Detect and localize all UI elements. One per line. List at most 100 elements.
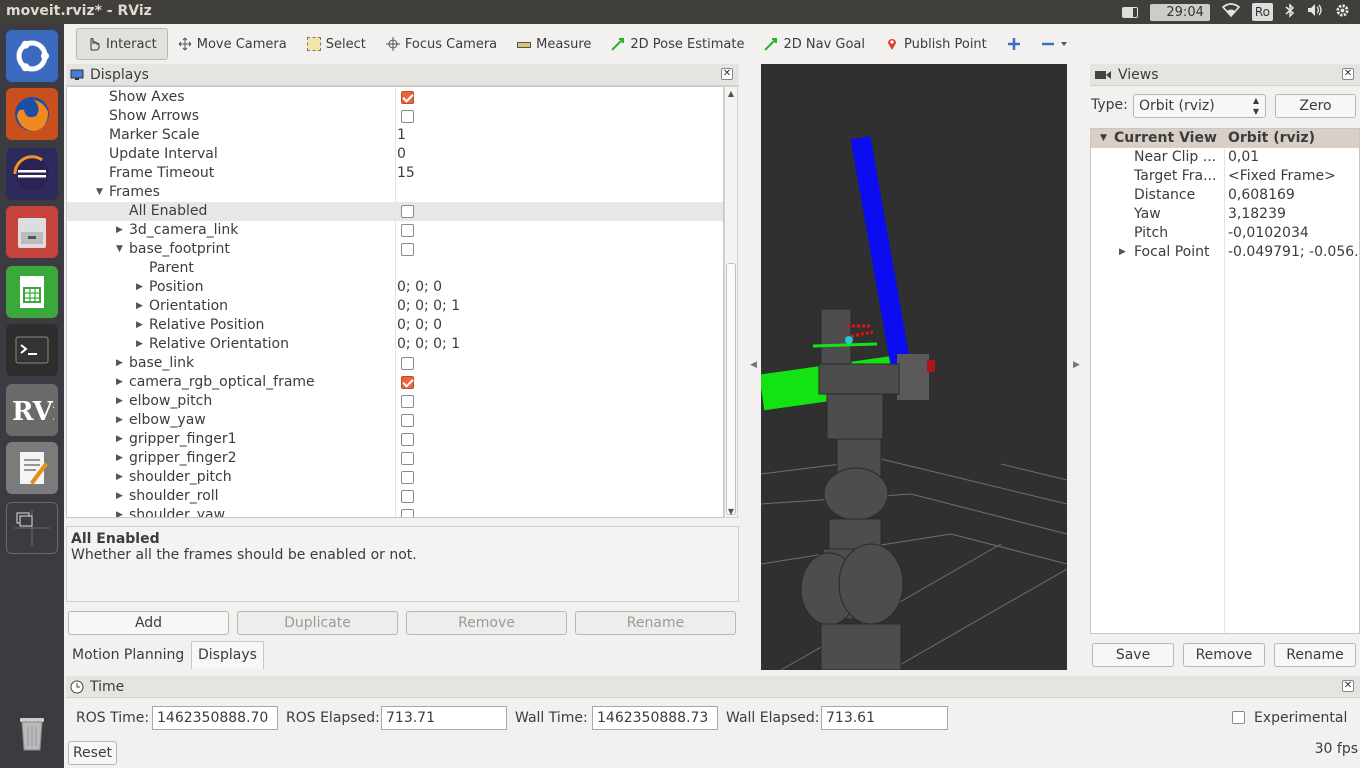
rename-display-button[interactable]: Rename (575, 611, 736, 635)
remove-display-button[interactable]: Remove (406, 611, 567, 635)
property-checkbox[interactable] (401, 509, 414, 517)
display-property-row[interactable]: Show Arrows (67, 107, 723, 126)
view-property-value[interactable]: <Fixed Frame> (1228, 167, 1336, 186)
property-value[interactable]: 15 (397, 164, 415, 183)
property-value[interactable]: 0; 0; 0 (397, 278, 442, 297)
property-checkbox[interactable] (401, 433, 414, 446)
display-property-row[interactable]: ▶ Relative Position 0; 0; 0 (67, 316, 723, 335)
collapse-arrow-icon[interactable]: ▶ (136, 335, 143, 354)
collapse-arrow-icon[interactable]: ▶ (116, 354, 123, 373)
right-collapse-arrow-icon[interactable]: ▶ (1073, 360, 1080, 370)
rviz-icon[interactable]: RViz (6, 384, 58, 436)
expand-arrow-icon[interactable]: ▼ (96, 183, 103, 202)
view-property-value[interactable]: 3,18239 (1228, 205, 1286, 224)
tab-motion-planning[interactable]: Motion Planning (66, 642, 190, 670)
view-property-row[interactable]: Distance 0,608169 (1091, 186, 1360, 205)
property-value[interactable]: 0 (397, 145, 406, 164)
display-property-row[interactable]: ▶ shoulder_roll (67, 487, 723, 506)
collapse-arrow-icon[interactable]: ▶ (136, 316, 143, 335)
bluetooth-icon[interactable] (1285, 2, 1295, 22)
left-collapse-arrow-icon[interactable]: ◀ (750, 360, 757, 370)
display-property-row[interactable]: ▶ elbow_yaw (67, 411, 723, 430)
close-icon[interactable]: ✕ (721, 68, 733, 80)
add-display-button[interactable]: Add (68, 611, 229, 635)
display-property-row[interactable]: Show Axes (67, 88, 723, 107)
nav-goal-tool-button[interactable]: 2D Nav Goal (754, 28, 875, 60)
collapse-arrow-icon[interactable]: ▶ (136, 278, 143, 297)
spreadsheet-icon[interactable] (6, 266, 58, 318)
display-property-row[interactable]: ▶ elbow_pitch (67, 392, 723, 411)
property-checkbox[interactable] (401, 471, 414, 484)
robot-scene[interactable] (761, 64, 1067, 670)
save-view-button[interactable]: Save (1092, 643, 1174, 667)
property-checkbox[interactable] (401, 414, 414, 427)
display-property-row[interactable]: ▶ camera_rgb_optical_frame (67, 373, 723, 392)
close-icon[interactable]: ✕ (1342, 68, 1354, 80)
collapse-arrow-icon[interactable]: ▶ (116, 506, 123, 517)
clock[interactable]: 29:04 (1149, 3, 1210, 21)
eclipse-icon[interactable] (6, 148, 58, 200)
ubuntu-dash-icon[interactable] (6, 30, 58, 82)
interact-tool-button[interactable]: Interact (76, 28, 168, 60)
wall-time-field[interactable]: 1462350888.73 (592, 706, 718, 730)
view-property-value[interactable]: -0,0102034 (1228, 224, 1309, 243)
scroll-up-arrow-icon[interactable]: ▲ (726, 89, 736, 98)
remove-tool-button[interactable] (1031, 28, 1078, 60)
text-editor-icon[interactable] (6, 442, 58, 494)
display-property-row[interactable]: ▶ shoulder_yaw (67, 506, 723, 517)
property-checkbox[interactable] (401, 243, 414, 256)
display-property-row[interactable]: ▶ shoulder_pitch (67, 468, 723, 487)
keyboard-layout[interactable]: Ro (1251, 3, 1273, 21)
display-property-row[interactable]: ▼ Frames (67, 183, 723, 202)
view-property-value[interactable]: 0,608169 (1228, 186, 1295, 205)
remove-view-button[interactable]: Remove (1183, 643, 1265, 667)
collapse-arrow-icon[interactable]: ▶ (136, 297, 143, 316)
file-cabinet-icon[interactable] (6, 206, 58, 258)
publish-point-tool-button[interactable]: Publish Point (875, 28, 997, 60)
wall-elapsed-field[interactable]: 713.61 (821, 706, 948, 730)
displays-tree[interactable]: Show Axes Show Arrows Marker Scale 1 Update … (66, 86, 724, 518)
collapse-arrow-icon[interactable]: ▶ (1119, 243, 1126, 262)
collapse-arrow-icon[interactable]: ▶ (116, 487, 123, 506)
view-property-row[interactable]: Pitch -0,0102034 (1091, 224, 1360, 243)
volume-icon[interactable] (1307, 3, 1323, 21)
collapse-arrow-icon[interactable]: ▶ (116, 373, 123, 392)
display-property-row[interactable]: ▶ Orientation 0; 0; 0; 1 (67, 297, 723, 316)
duplicate-display-button[interactable]: Duplicate (237, 611, 398, 635)
collapse-arrow-icon[interactable]: ▶ (116, 449, 123, 468)
display-property-row[interactable]: ▶ Relative Orientation 0; 0; 0; 1 (67, 335, 723, 354)
property-checkbox[interactable] (401, 224, 414, 237)
collapse-arrow-icon[interactable]: ▶ (116, 411, 123, 430)
display-property-row[interactable]: Update Interval 0 (67, 145, 723, 164)
render-viewport[interactable] (761, 64, 1067, 670)
property-checkbox[interactable] (401, 376, 414, 389)
scroll-down-arrow-icon[interactable]: ▼ (726, 507, 736, 516)
property-checkbox[interactable] (401, 110, 414, 123)
collapse-arrow-icon[interactable]: ▶ (116, 392, 123, 411)
zero-button[interactable]: Zero (1275, 94, 1356, 118)
views-tree[interactable]: ▼ Current View Orbit (rviz) Near Clip ..… (1090, 128, 1360, 634)
view-property-value[interactable]: 0,01 (1228, 148, 1259, 167)
view-type-select[interactable]: Orbit (rviz) ▲ ▼ (1133, 94, 1266, 118)
display-property-row[interactable]: Frame Timeout 15 (67, 164, 723, 183)
display-property-row[interactable]: ▼ base_footprint (67, 240, 723, 259)
display-property-row[interactable]: Parent (67, 259, 723, 278)
property-checkbox[interactable] (401, 357, 414, 370)
property-checkbox[interactable] (401, 490, 414, 503)
ros-elapsed-field[interactable]: 713.71 (381, 706, 507, 730)
move-camera-tool-button[interactable]: Move Camera (168, 28, 297, 60)
collapse-arrow-icon[interactable]: ▶ (116, 468, 123, 487)
collapse-arrow-icon[interactable]: ▶ (116, 430, 123, 449)
display-property-row[interactable]: ▶ 3d_camera_link (67, 221, 723, 240)
ros-time-field[interactable]: 1462350888.70 (152, 706, 278, 730)
view-property-value[interactable]: -0.049791; -0.056... (1228, 243, 1360, 262)
reset-button[interactable]: Reset (68, 741, 117, 765)
rename-view-button[interactable]: Rename (1274, 643, 1356, 667)
display-property-row[interactable]: ▶ gripper_finger2 (67, 449, 723, 468)
view-property-row[interactable]: Near Clip ... 0,01 (1091, 148, 1360, 167)
expand-arrow-icon[interactable]: ▼ (1100, 129, 1107, 148)
workspace-switcher-icon[interactable] (6, 502, 58, 554)
view-property-row[interactable]: Yaw 3,18239 (1091, 205, 1360, 224)
focus-camera-tool-button[interactable]: Focus Camera (376, 28, 507, 60)
property-checkbox[interactable] (401, 205, 414, 218)
